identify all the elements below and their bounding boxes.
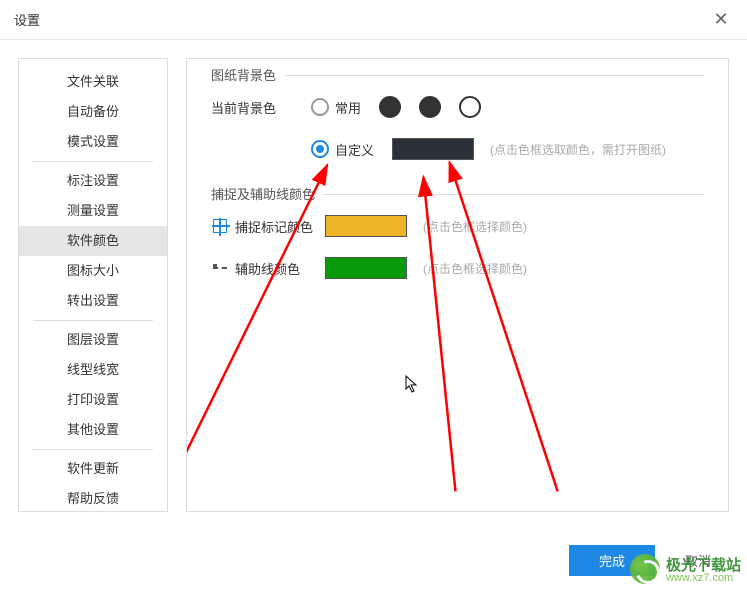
sidebar-divider <box>33 320 153 321</box>
sidebar-item-export[interactable]: 转出设置 <box>19 286 167 316</box>
group-bgcolor-title: 图纸背景色 <box>211 65 284 84</box>
sidebar-item-annotate[interactable]: 标注设置 <box>19 166 167 196</box>
color-circle-2[interactable] <box>419 96 441 118</box>
sidebar-divider <box>33 449 153 450</box>
sidebar-divider <box>33 161 153 162</box>
cursor-icon <box>405 375 419 398</box>
group-bgcolor: 图纸背景色 当前背景色 常用 自定义 (点击色框选取颜色，需打开图 <box>211 75 704 160</box>
color-circle-1[interactable] <box>379 96 401 118</box>
radio-custom-label[interactable]: 自定义 <box>335 140 374 159</box>
watermark-icon <box>630 554 660 584</box>
sidebar-item-auto-backup[interactable]: 自动备份 <box>19 97 167 127</box>
radio-common-label[interactable]: 常用 <box>335 98 361 117</box>
sidebar-item-measure[interactable]: 测量设置 <box>19 196 167 226</box>
group-snapcolor-title: 捕捉及辅助线颜色 <box>211 184 323 203</box>
sidebar-item-linetype[interactable]: 线型线宽 <box>19 355 167 385</box>
sidebar-item-update[interactable]: 软件更新 <box>19 454 167 484</box>
label-mark-color: 捕捉标记颜色 <box>235 217 325 236</box>
radio-common[interactable] <box>311 98 329 116</box>
main-area: 文件关联 自动备份 模式设置 标注设置 测量设置 软件颜色 图标大小 转出设置 … <box>0 40 747 530</box>
custom-color-hint: (点击色框选取颜色，需打开图纸) <box>490 141 666 158</box>
mark-color-swatch[interactable] <box>325 215 407 237</box>
content-panel: 图纸背景色 当前背景色 常用 自定义 (点击色框选取颜色，需打开图 <box>186 58 729 512</box>
sidebar-item-other[interactable]: 其他设置 <box>19 415 167 445</box>
sidebar-item-icon-size[interactable]: 图标大小 <box>19 256 167 286</box>
label-current-bg: 当前背景色 <box>211 98 291 117</box>
watermark-url: www.xz7.com <box>666 572 741 584</box>
watermark: 极光下载站 www.xz7.com <box>630 554 741 584</box>
window-title: 设置 <box>14 10 40 29</box>
sidebar-item-file-assoc[interactable]: 文件关联 <box>19 67 167 97</box>
group-snapcolor: 捕捉及辅助线颜色 捕捉标记颜色 (点击色框选择颜色) 辅助线颜色 (点击色框选择… <box>211 194 704 279</box>
sidebar-item-layers[interactable]: 图层设置 <box>19 325 167 355</box>
capture-icon <box>211 217 229 235</box>
titlebar: 设置 ✕ <box>0 0 747 40</box>
sidebar-item-print[interactable]: 打印设置 <box>19 385 167 415</box>
auxline-icon <box>211 259 229 277</box>
sidebar-item-mode[interactable]: 模式设置 <box>19 127 167 157</box>
close-icon[interactable]: ✕ <box>709 9 733 30</box>
sidebar: 文件关联 自动备份 模式设置 标注设置 测量设置 软件颜色 图标大小 转出设置 … <box>18 58 168 512</box>
sidebar-item-feedback[interactable]: 帮助反馈 <box>19 484 167 514</box>
radio-custom[interactable] <box>311 140 329 158</box>
mark-color-hint: (点击色框选择颜色) <box>423 218 527 235</box>
label-aux-color: 辅助线颜色 <box>235 259 325 278</box>
custom-color-swatch[interactable] <box>392 138 474 160</box>
aux-color-hint: (点击色框选择颜色) <box>423 260 527 277</box>
color-circle-3[interactable] <box>459 96 481 118</box>
aux-color-swatch[interactable] <box>325 257 407 279</box>
sidebar-item-software-color[interactable]: 软件颜色 <box>19 226 167 256</box>
